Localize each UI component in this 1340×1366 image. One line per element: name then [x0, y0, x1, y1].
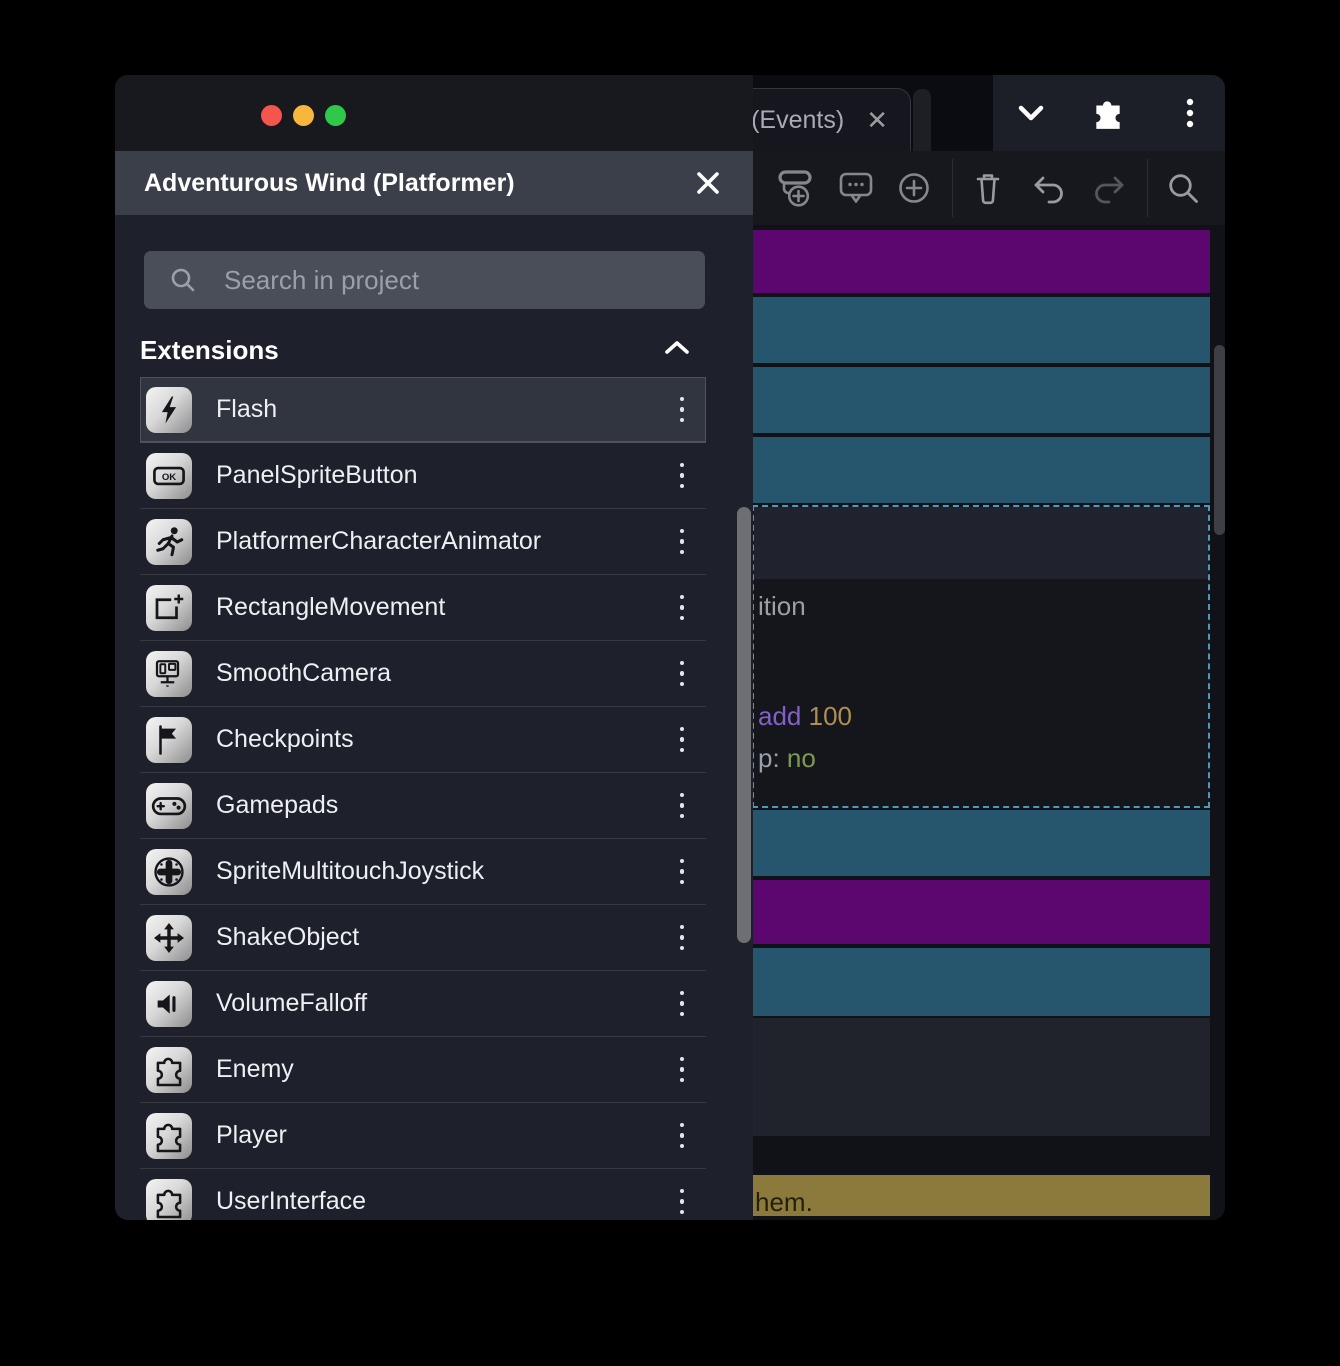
kebab-menu-icon[interactable]: [670, 851, 695, 893]
kebab-menu-icon[interactable]: [670, 653, 695, 695]
window-chrome: [115, 75, 753, 151]
redo-icon[interactable]: [1088, 166, 1132, 210]
event-text-line3: p: no: [758, 743, 816, 774]
move-arrows-icon: [146, 915, 192, 961]
flash-icon: [146, 387, 192, 433]
chevron-down-icon[interactable]: [1011, 93, 1051, 133]
kebab-menu-icon[interactable]: [670, 389, 695, 431]
event-block-selected[interactable]: ition add 100 p: no: [752, 505, 1210, 808]
extension-row-panelspritebutton[interactable]: OK PanelSpriteButton: [140, 443, 706, 509]
kebab-menu-icon[interactable]: [670, 455, 695, 497]
add-subevent-icon[interactable]: [773, 166, 817, 210]
kebab-menu-icon[interactable]: [670, 785, 695, 827]
kebab-menu-icon[interactable]: [670, 983, 695, 1025]
app-window: (Events) ✕: [115, 75, 1225, 1220]
event-block-purple[interactable]: [752, 230, 1210, 293]
event-block-teal[interactable]: [752, 297, 1210, 363]
puzzle-icon: [146, 1179, 192, 1221]
section-label: Extensions: [140, 335, 279, 366]
event-block-teal[interactable]: [752, 948, 1210, 1016]
search-icon[interactable]: [1161, 166, 1205, 210]
event-block-teal[interactable]: [752, 367, 1210, 433]
search-box: [144, 251, 705, 309]
extension-list: Flash OK PanelSpriteButton PlatformerCha…: [140, 377, 706, 1220]
event-block-comment[interactable]: hem.: [752, 1175, 1210, 1216]
kebab-menu-icon[interactable]: [1170, 93, 1210, 133]
event-conditions-area[interactable]: [754, 507, 1208, 579]
chevron-up-icon[interactable]: [660, 335, 694, 366]
extension-row-spritemultitouchjoystick[interactable]: SpriteMultitouchJoystick: [140, 839, 706, 905]
event-block-teal[interactable]: [752, 810, 1210, 876]
top-nav-segment: [993, 75, 1225, 151]
add-circle-icon[interactable]: [892, 166, 936, 210]
puzzle-icon: [146, 1047, 192, 1093]
extension-row-smoothcamera[interactable]: SmoothCamera: [140, 641, 706, 707]
project-manager-drawer: Adventurous Wind (Platformer) Extensions…: [115, 75, 753, 1220]
tab-divider-pill: [913, 89, 931, 151]
extension-row-flash[interactable]: Flash: [140, 377, 706, 443]
traffic-light-close[interactable]: [261, 105, 282, 126]
rectangle-plus-icon: [146, 585, 192, 631]
search-input[interactable]: [224, 265, 691, 296]
section-extensions[interactable]: Extensions: [140, 329, 706, 371]
puzzle-piece-icon[interactable]: [1088, 93, 1128, 133]
joystick-icon: [146, 849, 192, 895]
gamepad-icon: [146, 783, 192, 829]
speaker-icon: [146, 981, 192, 1027]
extension-row-gamepads[interactable]: Gamepads: [140, 773, 706, 839]
puzzle-icon: [146, 1113, 192, 1159]
kebab-menu-icon[interactable]: [670, 1181, 695, 1220]
drawer-titlebar: Adventurous Wind (Platformer): [115, 151, 753, 215]
extension-row-volumefalloff[interactable]: VolumeFalloff: [140, 971, 706, 1037]
events-scrollbar-thumb[interactable]: [1214, 345, 1225, 535]
event-list: ition add 100 p: no hem.: [752, 230, 1210, 1216]
event-block-teal[interactable]: [752, 437, 1210, 503]
svg-text:OK: OK: [162, 471, 176, 482]
traffic-light-zoom[interactable]: [325, 105, 346, 126]
close-icon[interactable]: [693, 168, 723, 198]
event-text-line2: add 100: [758, 701, 852, 732]
kebab-menu-icon[interactable]: [670, 719, 695, 761]
undo-icon[interactable]: [1026, 166, 1070, 210]
event-block-dark[interactable]: [752, 1018, 1210, 1136]
extension-row-enemy[interactable]: Enemy: [140, 1037, 706, 1103]
tab-close-icon[interactable]: ✕: [866, 107, 888, 133]
kebab-menu-icon[interactable]: [670, 1115, 695, 1157]
extension-row-platformercharacteranimator[interactable]: PlatformerCharacterAnimator: [140, 509, 706, 575]
kebab-menu-icon[interactable]: [670, 1049, 695, 1091]
toolbar-divider: [1147, 159, 1148, 217]
tab-events-label: (Events): [751, 106, 844, 135]
extension-row-shakeobject[interactable]: ShakeObject: [140, 905, 706, 971]
comment-text: hem.: [755, 1187, 813, 1218]
trash-icon[interactable]: [966, 166, 1010, 210]
runner-icon: [146, 519, 192, 565]
comment-icon[interactable]: [834, 166, 878, 210]
kebab-menu-icon[interactable]: [670, 917, 695, 959]
search-icon: [168, 265, 198, 295]
extension-row-rectanglemovement[interactable]: RectangleMovement: [140, 575, 706, 641]
event-text-line1: ition: [758, 591, 806, 622]
event-block-purple[interactable]: [752, 880, 1210, 944]
project-title: Adventurous Wind (Platformer): [144, 169, 515, 198]
extension-row-checkpoints[interactable]: Checkpoints: [140, 707, 706, 773]
extension-row-player[interactable]: Player: [140, 1103, 706, 1169]
kebab-menu-icon[interactable]: [670, 521, 695, 563]
camera-icon: [146, 651, 192, 697]
ok-button-icon: OK: [146, 453, 192, 499]
kebab-menu-icon[interactable]: [670, 587, 695, 629]
toolbar-divider: [952, 159, 953, 217]
flag-icon: [146, 717, 192, 763]
extension-row-userinterface[interactable]: UserInterface: [140, 1169, 706, 1220]
drawer-scrollbar-thumb[interactable]: [737, 507, 751, 943]
traffic-light-minimize[interactable]: [293, 105, 314, 126]
